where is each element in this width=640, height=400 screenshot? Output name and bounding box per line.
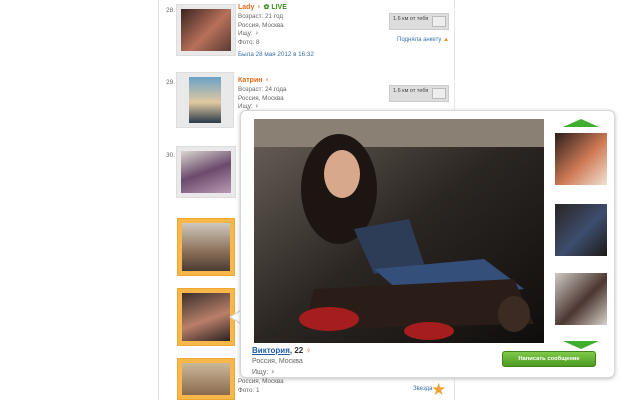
photo-preview-popup: Виктория, 22 ♀ Россия, Москва Ищу: ♀ Нап…: [240, 110, 615, 378]
profile-row-lady: 28. Lady ♀ ✿ LIVE Возраст: 21 год Россия…: [158, 0, 455, 70]
popup-name-link[interactable]: Виктория: [252, 346, 290, 355]
profile-photo-frame[interactable]: [176, 72, 234, 128]
profile-age: Возраст: 21 год: [238, 13, 284, 20]
profile-photo-frame-selected[interactable]: [177, 288, 235, 346]
profile-location: Россия, Москва: [238, 21, 284, 29]
profile-name-text[interactable]: Катрин: [238, 77, 263, 84]
popup-location: Россия, Москва: [252, 358, 303, 365]
live-badge: LIVE: [271, 4, 287, 11]
profile-photo-frame[interactable]: [177, 218, 235, 276]
main-photo-image: [254, 119, 544, 343]
distance-text: 1.6 км от тебя: [393, 16, 429, 22]
distance-badge[interactable]: 1.6 км от тебя: [389, 13, 449, 30]
star-link[interactable]: Звезда: [413, 386, 432, 392]
webcam-icon: ✿ LIVE: [263, 4, 287, 11]
female-icon: ♀: [256, 4, 262, 11]
photo-thumbnail-active[interactable]: [555, 204, 607, 256]
profile-photo[interactable]: [181, 9, 231, 51]
female-icon: ♀: [264, 77, 270, 84]
distance-badge[interactable]: 1.6 км от тебя: [389, 85, 449, 102]
distance-text: 1.6 км от тебя: [393, 88, 429, 94]
popup-profile-name: Виктория, 22 ♀: [252, 346, 311, 355]
profile-name[interactable]: Катрин ♀: [238, 77, 270, 84]
profile-photo[interactable]: [182, 293, 230, 341]
send-message-button[interactable]: Написать сообщение: [502, 351, 596, 367]
female-icon: ♀: [254, 30, 260, 38]
profile-info: Россия, Москва Фото: 1: [238, 378, 284, 395]
photo-thumbnail[interactable]: [555, 273, 607, 325]
profile-info: Возраст: 24 года Россия, Москва Ищу: ♀: [238, 86, 287, 112]
popup-seeking: Ищу: ♀: [252, 369, 276, 376]
row-number: 29.: [166, 79, 176, 86]
popup-age: , 22: [289, 346, 304, 355]
female-icon: ♀: [270, 369, 276, 376]
profile-name-text[interactable]: Lady: [238, 4, 254, 11]
star-icon[interactable]: ★: [431, 381, 446, 398]
arrow-down-icon[interactable]: [563, 341, 599, 349]
up-arrow-icon: ▲: [443, 37, 450, 43]
raised-profile-label[interactable]: Подняла анкету: [397, 37, 441, 43]
seeking-label: Ищу:: [238, 30, 253, 38]
profile-photo[interactable]: [182, 223, 230, 271]
profile-location: Россия, Москва: [238, 378, 284, 385]
profile-photo-count: Фото: 8: [238, 38, 260, 46]
main-photo[interactable]: [254, 119, 544, 343]
seeking-label: Ищу:: [252, 369, 269, 376]
profile-photo-count: Фото: 1: [238, 386, 260, 394]
photo-thumbnail[interactable]: [555, 133, 607, 185]
raised-profile-link[interactable]: Подняла анкету ▲: [397, 37, 449, 43]
map-pin-icon: [432, 88, 446, 99]
profile-photo[interactable]: [182, 363, 230, 395]
profile-photo-frame[interactable]: [176, 146, 236, 198]
last-seen: Была 28 мая 2012 в 16:32: [238, 51, 314, 58]
row-number: 28.: [166, 7, 176, 14]
profile-info: Возраст: 21 год Россия, Москва Ищу: ♀ Фо…: [238, 13, 284, 47]
female-icon: ♀: [305, 346, 312, 355]
map-pin-icon: [432, 16, 446, 27]
profile-photo-frame[interactable]: [177, 358, 235, 400]
profile-age: Возраст: 24 года: [238, 86, 287, 93]
row-number: 30.: [166, 152, 176, 159]
profile-location: Россия, Москва: [238, 94, 284, 102]
profile-photo[interactable]: [181, 151, 231, 193]
arrow-up-icon[interactable]: [563, 119, 599, 127]
profile-seeking: Ищу: ♀: [238, 30, 284, 39]
profile-photo-frame[interactable]: [176, 4, 236, 56]
profile-name[interactable]: Lady ♀ ✿ LIVE: [238, 3, 287, 11]
photo-thumbnail-strip: [553, 119, 607, 349]
profile-photo[interactable]: [189, 77, 221, 123]
